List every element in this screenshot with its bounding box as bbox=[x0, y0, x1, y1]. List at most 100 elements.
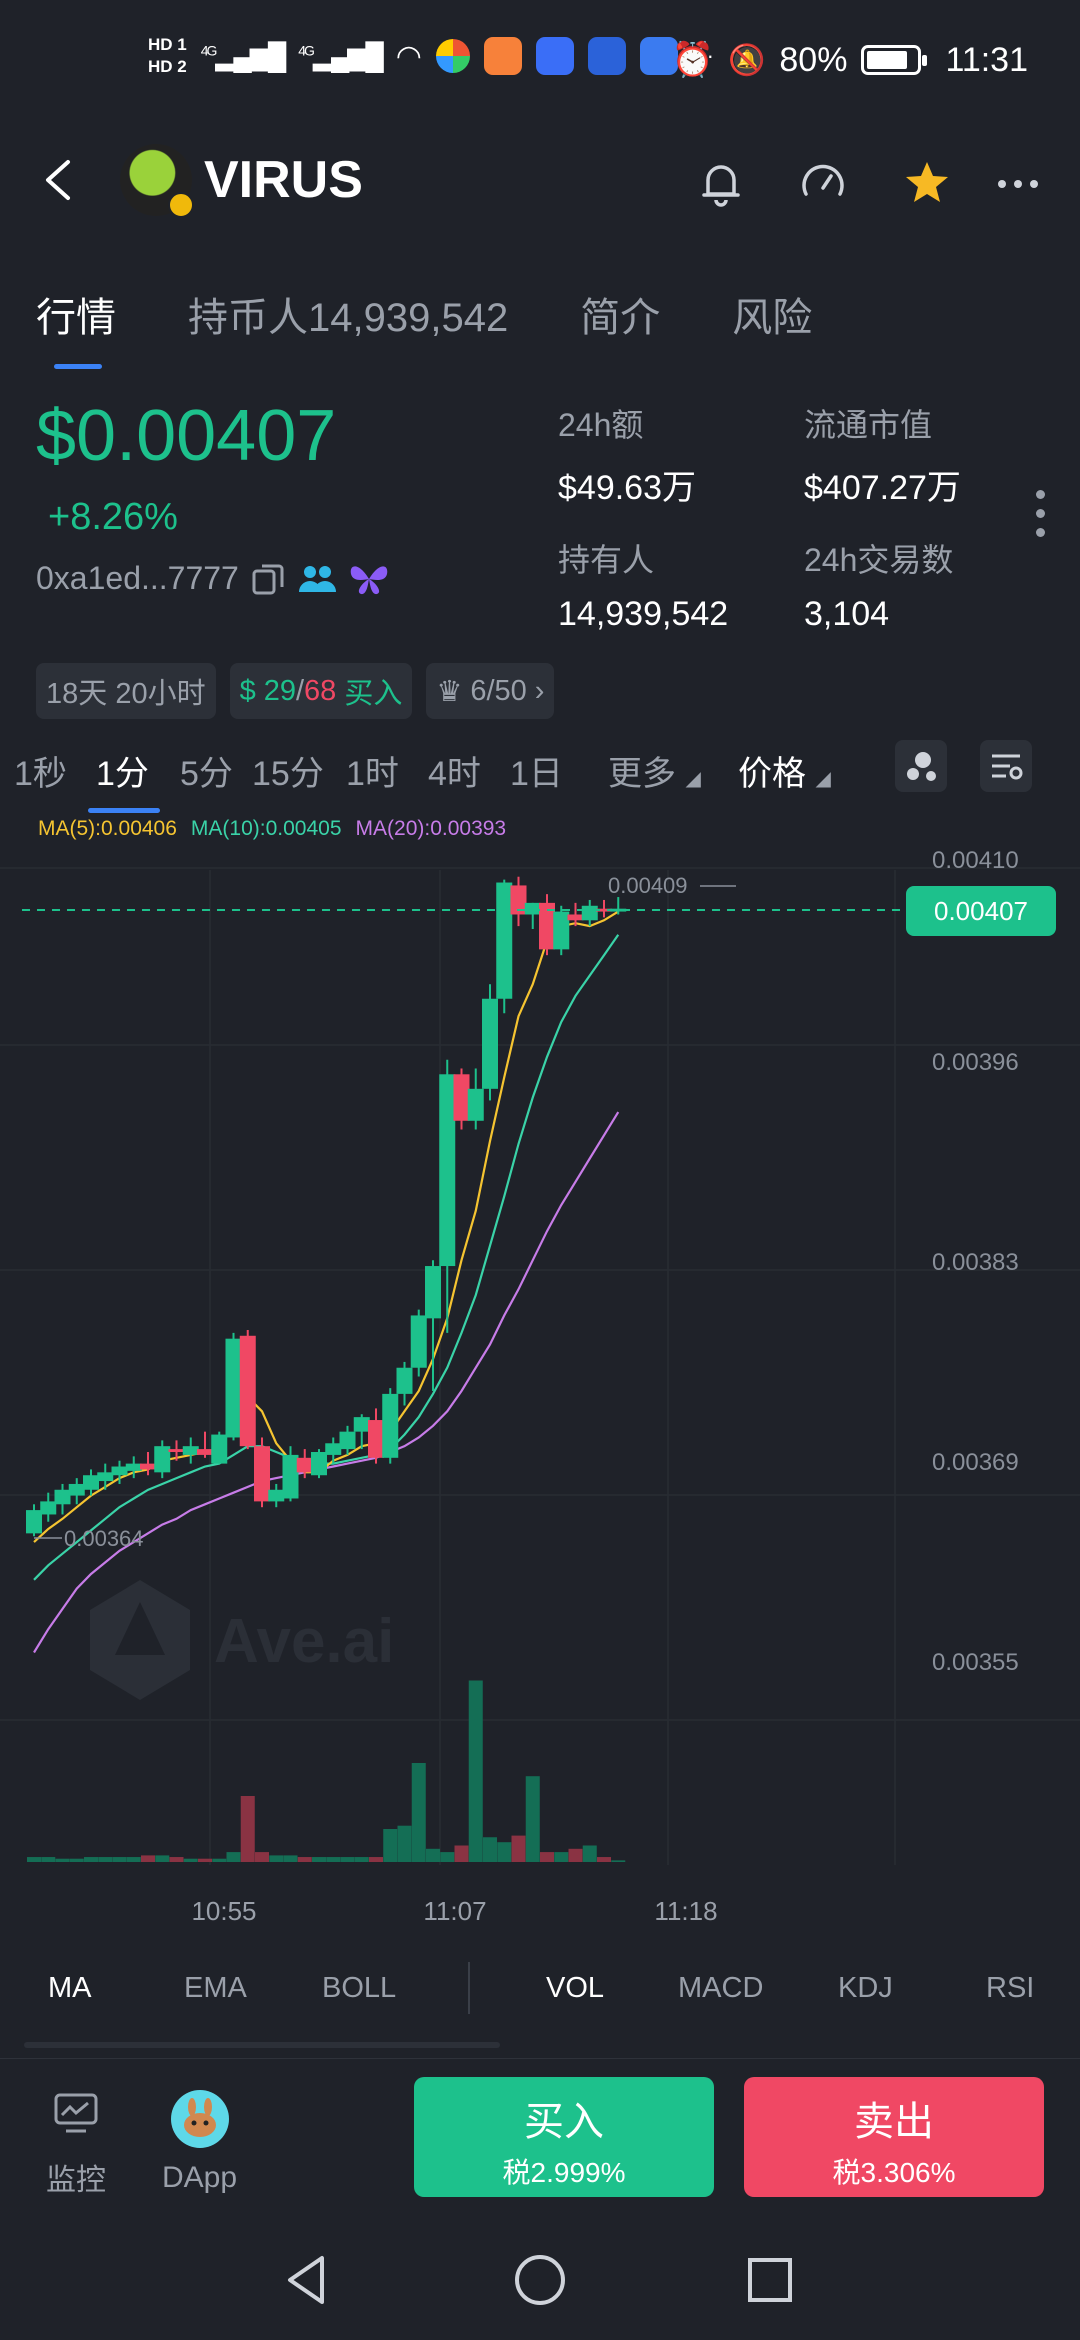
indicator-ema[interactable]: EMA bbox=[184, 1972, 247, 2005]
volume-bar bbox=[525, 1776, 540, 1862]
buy-count: 29 bbox=[263, 674, 296, 707]
candle-body bbox=[567, 914, 584, 921]
indicator-boll[interactable]: BOLL bbox=[322, 1972, 396, 2005]
x-tick-label: 11:18 bbox=[654, 1896, 717, 1926]
pancakeswap-icon bbox=[170, 2090, 229, 2148]
volume-bar bbox=[255, 1852, 269, 1862]
age-chip: 18天 20小时 bbox=[36, 663, 216, 719]
current-price-tag: 0.00407 bbox=[906, 886, 1056, 936]
monitor-button[interactable]: 监控 bbox=[46, 2089, 106, 2199]
indicator-scrollbar[interactable] bbox=[24, 2042, 500, 2048]
candle-body bbox=[425, 1266, 441, 1319]
volume-bar bbox=[226, 1852, 241, 1862]
y-tick-label: 0.00410 bbox=[932, 847, 1019, 874]
candle-body bbox=[296, 1457, 313, 1473]
ma10-line bbox=[33, 934, 620, 1581]
interval-1h[interactable]: 1时 bbox=[346, 746, 399, 795]
volume-bars bbox=[27, 1680, 626, 1862]
candle-body bbox=[140, 1463, 156, 1470]
tab-holders[interactable]: 持币人14,939,542 bbox=[188, 285, 508, 343]
interval-5m[interactable]: 5分 bbox=[180, 746, 233, 795]
indicator-rsi[interactable]: RSI bbox=[986, 1972, 1034, 2005]
chart-settings-icon bbox=[992, 754, 1023, 780]
tab-intro[interactable]: 简介 bbox=[580, 285, 660, 343]
candle-body bbox=[182, 1446, 199, 1455]
interval-4h[interactable]: 4时 bbox=[428, 746, 481, 795]
indicator-ma[interactable]: MA bbox=[48, 1972, 92, 2005]
stat-volume-24h: 24h额 $49.63万 bbox=[558, 407, 696, 507]
interval-1m[interactable]: 1分 bbox=[96, 746, 149, 795]
candle-body bbox=[396, 1367, 413, 1394]
candle-body bbox=[581, 905, 598, 921]
x-tick-label: 11:07 bbox=[423, 1896, 486, 1926]
interval-1s[interactable]: 1秒 bbox=[14, 746, 67, 795]
price-mode-dropdown[interactable]: 价格 ◢ bbox=[738, 746, 831, 795]
candlestick-chart[interactable]: Ave.ai 0.00410 0.00396 0.00383 0.00369 0.003… bbox=[0, 840, 1080, 1930]
sell-button-label: 卖出 bbox=[854, 2100, 934, 2144]
app-notification-icon bbox=[587, 37, 626, 75]
y-tick-label: 0.00396 bbox=[932, 1049, 1019, 1076]
candle-body bbox=[496, 882, 513, 999]
buy-button[interactable]: 买入 税2.999% bbox=[414, 2077, 714, 2197]
wifi-icon: ◠ bbox=[395, 39, 422, 73]
candle-body bbox=[154, 1446, 171, 1473]
token-header: VIRUS bbox=[0, 140, 1080, 220]
nav-home-icon[interactable] bbox=[510, 2250, 570, 2310]
speedometer-icon[interactable] bbox=[798, 158, 848, 208]
community-icon[interactable] bbox=[297, 562, 337, 596]
volume-bar bbox=[397, 1825, 412, 1862]
volume-bar bbox=[84, 1857, 98, 1862]
copy-icon[interactable] bbox=[251, 562, 285, 596]
interval-15m[interactable]: 15分 bbox=[252, 746, 324, 795]
sell-button[interactable]: 卖出 税3.306% bbox=[744, 2077, 1044, 2197]
interval-1d[interactable]: 1日 bbox=[510, 746, 563, 795]
clock: 11:31 bbox=[945, 40, 1028, 79]
indicator-vol[interactable]: VOL bbox=[546, 1972, 604, 2005]
indicator-kdj[interactable]: KDJ bbox=[838, 1972, 893, 2005]
active-interval-indicator bbox=[88, 808, 160, 813]
volume-bar bbox=[240, 1796, 255, 1862]
candle-body bbox=[282, 1454, 299, 1499]
stat-market-cap: 流通市值 $407.27万 bbox=[804, 407, 961, 507]
indicator-macd[interactable]: MACD bbox=[678, 1972, 763, 2005]
crown-icon: ♛ bbox=[436, 675, 463, 708]
tab-risk[interactable]: 风险 bbox=[732, 285, 812, 343]
volume-bar bbox=[112, 1857, 127, 1862]
chart-style-button[interactable] bbox=[895, 740, 947, 792]
more-menu-icon[interactable] bbox=[994, 158, 1044, 208]
candle-body bbox=[482, 998, 498, 1089]
x-axis-labels: 10:55 11:07 11:18 bbox=[191, 1896, 717, 1926]
volume-bar bbox=[454, 1845, 469, 1862]
volume-bar bbox=[340, 1857, 355, 1862]
chart-settings-button[interactable] bbox=[980, 740, 1032, 792]
dapp-button[interactable]: DApp bbox=[162, 2089, 237, 2195]
bell-icon[interactable] bbox=[696, 158, 746, 208]
battery-icon bbox=[861, 45, 928, 75]
y-axis-labels: 0.00410 0.00396 0.00383 0.00369 0.00355 bbox=[932, 847, 1019, 1676]
more-intervals-dropdown[interactable]: 更多 ◢ bbox=[608, 746, 701, 795]
stats-more-icon[interactable] bbox=[1036, 490, 1046, 547]
volume-bar bbox=[369, 1857, 383, 1862]
candle-body bbox=[410, 1315, 427, 1368]
volume-bar bbox=[611, 1860, 626, 1862]
nav-back-icon[interactable] bbox=[278, 2250, 338, 2310]
top-holders-chip[interactable]: ♛ 6/50 › bbox=[426, 663, 555, 719]
y-tick-label: 0.00369 bbox=[932, 1449, 1019, 1476]
candle-body bbox=[225, 1338, 242, 1438]
tab-market[interactable]: 行情 bbox=[36, 285, 116, 343]
sim1-label: HD 1 bbox=[148, 35, 187, 54]
token-age: 18天 20小时 bbox=[46, 678, 206, 710]
token-name: VIRUS bbox=[204, 151, 363, 209]
volume-bar bbox=[98, 1857, 113, 1862]
volume-bar bbox=[183, 1858, 198, 1862]
back-arrow-icon[interactable] bbox=[40, 158, 80, 202]
volume-bar bbox=[297, 1857, 312, 1862]
volume-bar bbox=[155, 1855, 170, 1862]
sim2-label: HD 2 bbox=[148, 57, 187, 76]
nav-recents-icon[interactable] bbox=[740, 2250, 800, 2310]
favorite-star-icon[interactable] bbox=[902, 158, 952, 208]
status-bar: HD 1 HD 2 4G▂▄▆█ 4G▂▄▆█ ◠ ··· ⏰ 🔕 80% 11… bbox=[0, 0, 1080, 130]
butterfly-icon[interactable] bbox=[349, 562, 389, 596]
buy-sell-chip[interactable]: $ 29/68 买入 bbox=[229, 663, 413, 719]
candle-body bbox=[26, 1510, 42, 1534]
